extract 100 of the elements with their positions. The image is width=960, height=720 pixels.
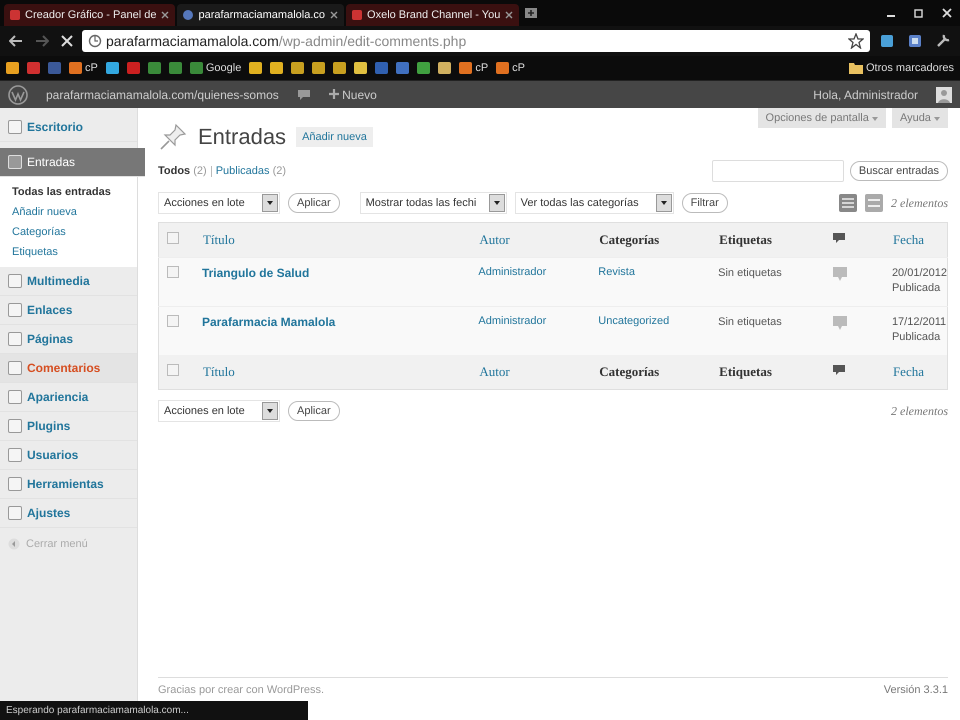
author-link[interactable]: Administrador (478, 266, 546, 278)
post-status: Publicada (892, 281, 942, 296)
menu-item[interactable]: Plugins (0, 412, 137, 441)
column-header[interactable]: Autor (479, 232, 510, 247)
filter-link[interactable]: Todos (2) (158, 165, 207, 177)
column-header[interactable]: Etiquetas (719, 232, 772, 247)
version-text: Versión 3.3.1 (884, 684, 948, 696)
bookmark-icon[interactable] (249, 62, 262, 74)
avatar-icon[interactable] (936, 86, 952, 102)
close-icon[interactable] (161, 11, 170, 19)
comment-icon (833, 233, 845, 244)
close-icon[interactable] (505, 11, 514, 19)
menu-icon (8, 419, 22, 433)
post-date: 17/12/2011 (892, 315, 947, 330)
bookmark[interactable]: Google (190, 62, 242, 74)
post-status: Publicada (892, 330, 942, 345)
user-greeting[interactable]: Hola, Administrador (813, 88, 918, 102)
category-link[interactable]: Uncategorized (598, 315, 670, 327)
comment-icon[interactable] (296, 88, 311, 100)
menu-icon (8, 390, 22, 404)
row-checkbox[interactable] (167, 315, 179, 327)
column-header[interactable]: Título (202, 364, 235, 379)
new-link[interactable]: Nuevo (328, 88, 377, 102)
bookmark-icon[interactable] (438, 62, 452, 74)
submenu-item[interactable]: Etiquetas (12, 242, 137, 262)
bookmark-icon[interactable] (312, 62, 326, 74)
post-title-link[interactable]: Parafarmacia Mamalola (202, 315, 336, 329)
submenu-item[interactable]: Añadir nueva (12, 202, 137, 222)
menu-icon (8, 274, 22, 288)
filter-link[interactable]: Publicadas (2) (216, 165, 286, 177)
submenu-item[interactable]: Todas las entradas (12, 182, 137, 202)
favicon-icon (352, 10, 362, 20)
category-link[interactable]: Revista (598, 266, 635, 278)
apply-button[interactable]: Aplicar (288, 401, 340, 421)
post-title-link[interactable]: Triangulo de Salud (202, 266, 310, 280)
address-bar[interactable]: parafarmaciamamalola.com/wp-admin/edit-comments.php (82, 30, 870, 52)
list-view-icon[interactable] (839, 194, 858, 212)
bookmark[interactable]: cP (459, 62, 488, 74)
new-tab-icon[interactable] (525, 8, 538, 18)
bulk-action-select[interactable]: Acciones en lote (158, 192, 280, 214)
menu-item[interactable]: Enlaces (0, 296, 137, 325)
search-button[interactable]: Buscar entradas (850, 161, 948, 181)
caret-icon (872, 117, 878, 121)
bookmark-icon[interactable] (354, 62, 368, 74)
bookmark-icon[interactable] (417, 62, 430, 74)
column-header[interactable]: Autor (479, 364, 510, 379)
bookmark-icon[interactable] (291, 62, 304, 74)
bookmark-icon[interactable] (168, 62, 182, 74)
menu-item[interactable]: Usuarios (0, 441, 137, 470)
apply-button[interactable]: Aplicar (288, 193, 340, 213)
post-date: 20/01/2012 (892, 266, 947, 281)
select-all-checkbox[interactable] (167, 232, 179, 244)
add-new-button[interactable]: Añadir nueva (296, 127, 373, 147)
bookmark[interactable]: cP (69, 62, 98, 74)
row-checkbox[interactable] (167, 266, 179, 278)
menu-item[interactable]: Entradas (0, 148, 145, 177)
search-field[interactable] (712, 160, 844, 182)
menu-icon (8, 448, 22, 462)
menu-icon (8, 303, 22, 317)
bookmark-icon[interactable] (333, 62, 346, 74)
submenu-item[interactable]: Categorías (12, 222, 137, 242)
bulk-action-select[interactable]: Acciones en lote (158, 400, 280, 422)
column-header[interactable]: Título (202, 232, 235, 247)
bookmark-icon[interactable] (106, 62, 119, 74)
footer-credit: Gracias por crear con WordPress. (158, 684, 324, 696)
menu-icon (8, 477, 22, 491)
page-title: Entradas (198, 124, 286, 150)
screen-options-tab[interactable]: Opciones de pantalla (758, 108, 886, 128)
date-select[interactable]: Mostrar todas las fechi (360, 192, 507, 214)
menu-item[interactable]: Multimedia (0, 267, 137, 296)
menu-icon (8, 361, 22, 375)
author-link[interactable]: Administrador (478, 315, 546, 327)
star-icon[interactable] (848, 33, 864, 49)
comment-icon (833, 365, 845, 376)
site-link[interactable]: parafarmaciamamalola.com/quienes-somos (46, 88, 279, 102)
screen-options-tab[interactable]: Ayuda (892, 108, 948, 128)
menu-item[interactable]: Ajustes (0, 499, 137, 528)
menu-icon (8, 155, 22, 169)
browser-tab[interactable]: Oxelo Brand Channel - You (346, 4, 520, 26)
item-count: 2 elementos (891, 404, 948, 418)
folder-icon (848, 62, 863, 74)
category-select[interactable]: Ver todas las categorías (514, 192, 674, 214)
menu-item[interactable]: Comentarios (0, 354, 137, 383)
bookmark-folder[interactable]: Otros marcadores (848, 62, 954, 74)
menu-item[interactable]: Herramientas (0, 470, 137, 499)
close-icon[interactable] (330, 11, 338, 19)
menu-item[interactable]: Escritorio (0, 113, 137, 142)
collapse-icon (8, 538, 20, 550)
wordpress-logo-icon[interactable] (8, 84, 28, 104)
browser-tab[interactable]: Creador Gráfico - Panel de (4, 4, 176, 26)
bookmark[interactable]: cP (496, 62, 526, 74)
bookmark-icon[interactable] (270, 62, 284, 74)
menu-item[interactable]: Apariencia (0, 383, 137, 412)
filter-button[interactable]: Filtrar (682, 193, 728, 213)
favicon-icon (10, 10, 20, 20)
bookmark-icon[interactable] (148, 62, 161, 74)
browser-tab[interactable]: parafarmaciamamalola.co (177, 4, 344, 26)
item-count: 2 elementos (891, 196, 948, 210)
select-all-checkbox[interactable] (167, 364, 179, 376)
caret-icon (934, 117, 940, 121)
